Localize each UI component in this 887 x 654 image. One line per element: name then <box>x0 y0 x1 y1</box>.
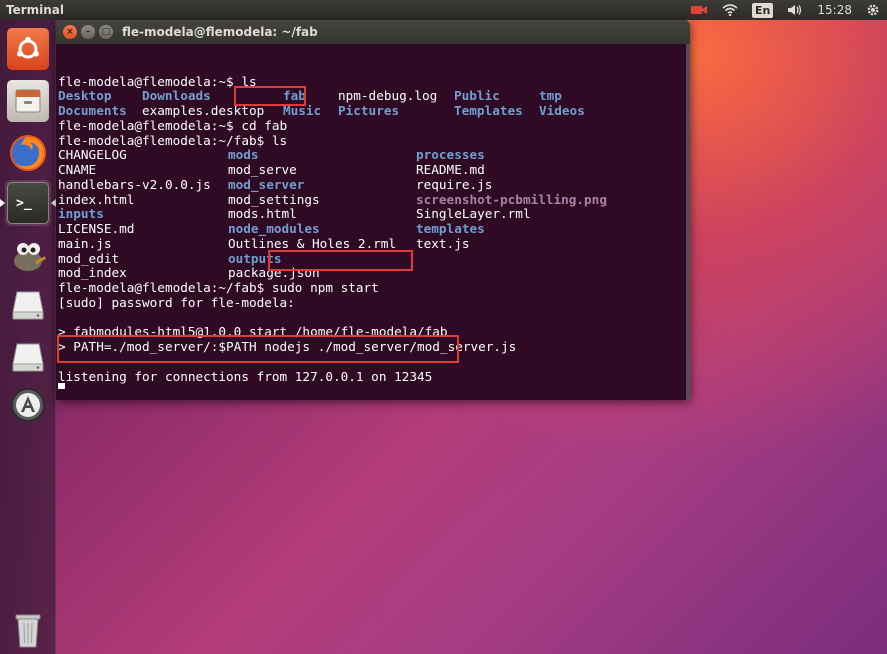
terminal-text: npm-debug.log <box>338 88 438 104</box>
camera-icon[interactable] <box>690 0 708 20</box>
terminal-text: fle-modela@flemodela:~$ ls <box>58 73 257 89</box>
keyboard-layout: En <box>752 2 774 18</box>
sudo-npm-start-highlight <box>268 250 413 271</box>
terminal-text: CNAME <box>58 162 97 177</box>
terminal-text: fle-modela@flemodela:~/fab$ ls <box>58 132 288 148</box>
scrollbar-thumb[interactable] <box>686 44 690 400</box>
drive-button-2[interactable] <box>5 334 51 380</box>
terminal-text: screenshot-pcbmilling.png <box>416 191 607 207</box>
clock[interactable]: 15:28 <box>817 0 852 20</box>
terminal-text: examples.desktop <box>142 103 265 118</box>
terminal-line: fle-modela@flemodela:~$ cd fab <box>58 117 690 134</box>
terminal-line: Documents examples.desktop Music Pictures Te… <box>58 103 690 119</box>
terminal-text: Pictures <box>338 103 400 118</box>
wifi-icon[interactable] <box>722 0 738 20</box>
cd-fab-highlight <box>234 86 306 106</box>
terminal-text: tmp <box>539 88 562 104</box>
terminal-text: Videos <box>539 103 585 118</box>
terminal-line: [sudo] password for fle-modela: <box>58 294 690 311</box>
volume-icon[interactable] <box>787 0 803 20</box>
terminal-line: fle-modela@flemodela:~$ ls <box>58 73 690 90</box>
terminal-text: processes <box>416 147 485 163</box>
terminal-text: mods <box>228 147 259 163</box>
gimp-button[interactable] <box>5 232 51 278</box>
terminal-button[interactable]: >_ <box>0 180 56 226</box>
terminal-line: LICENSE.md node_modules templates <box>58 221 690 237</box>
terminal-text: node_modules <box>228 221 320 236</box>
ubuntu-dash-icon <box>7 28 49 70</box>
terminal-text: fle-modela@flemodela:~$ cd fab <box>58 117 288 133</box>
terminal-line: fle-modela@flemodela:~/fab$ ls <box>58 132 690 149</box>
terminal-text: Downloads <box>142 88 211 104</box>
terminal-line: Desktop Downloads fab npm-debug.log Public tm… <box>58 88 690 104</box>
drive-button[interactable] <box>5 282 51 328</box>
window-titlebar[interactable]: × – □ fle-modela@flemodela: ~/fab <box>56 20 690 44</box>
terminal-line: CHANGELOG mods processes <box>58 147 690 163</box>
software-updater-button[interactable] <box>5 382 51 428</box>
terminal-text: require.js <box>416 176 493 192</box>
terminal-text: text.js <box>416 235 470 251</box>
terminal-text: mod_server <box>228 176 305 192</box>
terminal-line: CNAME mod_serve README.md <box>58 162 690 178</box>
terminal-text: Templates <box>454 103 523 118</box>
terminal-text: SingleLayer.rml <box>416 206 531 222</box>
indicator-area: En 15:28 <box>683 0 887 20</box>
terminal-line: fle-modela@flemodela:~/fab$ sudo npm sta… <box>58 280 690 296</box>
terminal-text: handlebars-v2.0.0.js <box>58 176 211 192</box>
firefox-button[interactable] <box>5 130 51 176</box>
terminal-text: Public <box>454 88 500 104</box>
terminal-text: Documents <box>58 103 127 118</box>
terminal-text: README.md <box>416 162 485 177</box>
ubuntu-dash-button[interactable] <box>5 26 51 72</box>
keyboard-icon[interactable]: En <box>752 0 774 20</box>
top-panel: Terminal En 15:28 <box>0 0 887 20</box>
terminal-text: inputs <box>58 206 104 222</box>
terminal-line: inputs mods.html SingleLayer.rml <box>58 206 690 222</box>
files-button[interactable] <box>5 78 51 124</box>
terminal-text: mod_serve <box>228 162 297 177</box>
files-icon <box>7 80 49 122</box>
terminal-icon: >_ <box>7 182 49 224</box>
trash-icon <box>7 608 49 650</box>
terminal-text: templates <box>416 221 485 236</box>
terminal-text: Desktop <box>58 88 112 104</box>
terminal-text: CHANGELOG <box>58 147 127 163</box>
terminal-text: index.html <box>58 191 135 207</box>
firefox-icon <box>7 132 49 174</box>
drive-icon <box>7 284 49 326</box>
terminal-output[interactable]: fle-modela@flemodela:~$ ls Desktop Downloa… <box>56 44 690 400</box>
terminal-text: mod_index <box>58 265 127 281</box>
running-indicator <box>0 199 5 207</box>
window-title: fle-modela@flemodela: ~/fab <box>122 25 318 39</box>
terminal-text: main.js <box>58 235 112 251</box>
terminal-cursor <box>58 383 65 389</box>
terminal-text: [sudo] password for fle-modela: <box>58 294 295 310</box>
software-updater-icon <box>7 384 49 426</box>
terminal-text: listening for connections from 127.0.0.1… <box>58 368 433 384</box>
terminal-window[interactable]: × – □ fle-modela@flemodela: ~/fab fle-mo… <box>56 20 690 400</box>
svg-text:>_: >_ <box>16 196 32 211</box>
power-gear-icon[interactable] <box>866 0 880 20</box>
terminal-text: mod_edit <box>58 250 120 266</box>
terminal-scrollbar[interactable] <box>686 44 690 400</box>
close-button[interactable]: × <box>63 25 77 39</box>
launcher: >_ <box>0 20 56 654</box>
terminal-text: fle-modela@flemodela:~/fab$ sudo npm sta… <box>58 280 379 295</box>
terminal-text: LICENSE.md <box>58 221 135 236</box>
terminal-text: Music <box>283 103 322 118</box>
active-app-name: Terminal <box>6 3 65 17</box>
maximize-button[interactable]: □ <box>99 25 113 39</box>
terminal-line: handlebars-v2.0.0.js mod_server require.js <box>58 176 690 193</box>
terminal-text: mods.html <box>228 206 297 222</box>
terminal-text: mod_settings <box>228 191 320 207</box>
terminal-line: index.html mod_settings screenshot-pcbmill… <box>58 191 690 208</box>
terminal-line: listening for connections from 127.0.0.1… <box>58 368 690 385</box>
drive-icon-2 <box>7 336 49 378</box>
listening-output-highlight <box>57 335 459 363</box>
gimp-icon <box>7 234 49 276</box>
minimize-button[interactable]: – <box>81 25 95 39</box>
trash-button[interactable] <box>5 606 51 652</box>
